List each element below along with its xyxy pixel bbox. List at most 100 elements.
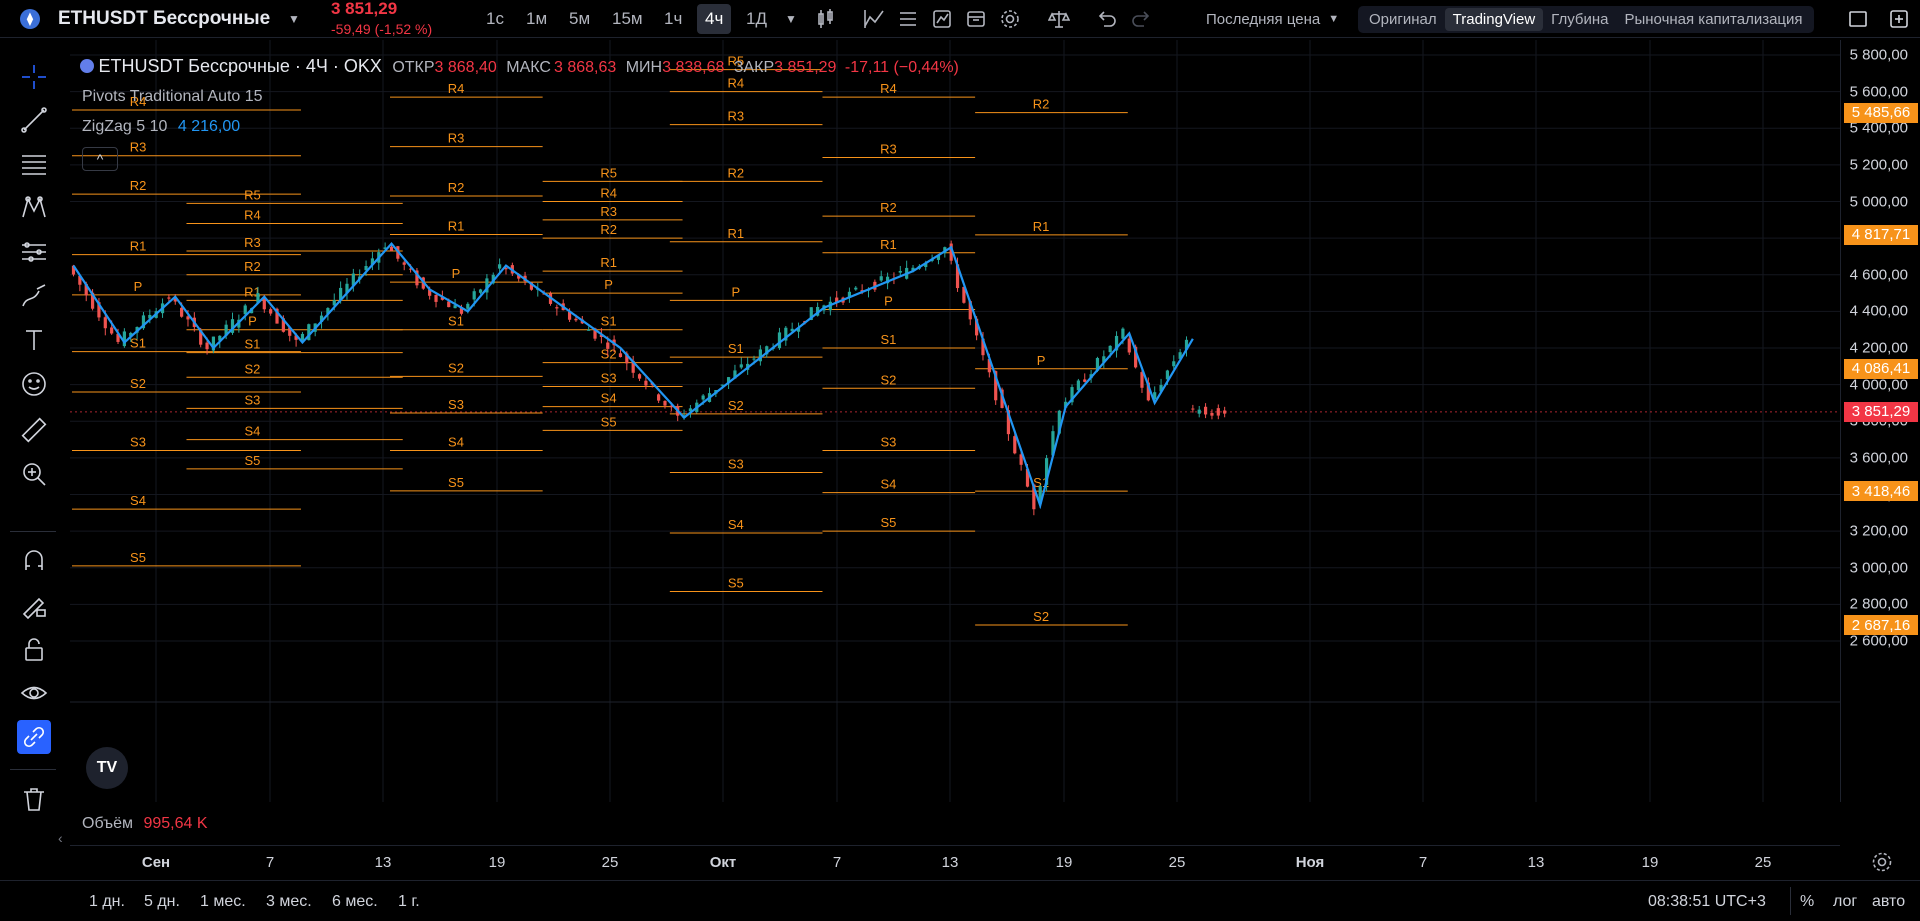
- time-tick: 13: [1527, 854, 1545, 871]
- scales-icon[interactable]: [1044, 4, 1074, 34]
- price-type-select[interactable]: Последняя цена ▼: [1206, 0, 1339, 38]
- pivot-label: S4: [728, 517, 744, 532]
- tab-tradingview[interactable]: TradingView: [1444, 8, 1544, 31]
- replay-icon[interactable]: [961, 4, 991, 34]
- candle-body: [1140, 372, 1144, 388]
- pivot-label: P: [604, 277, 613, 292]
- indicator-zigzag[interactable]: ZigZag 5 10: [82, 118, 167, 135]
- volume-legend: Объём 995,64 K: [82, 815, 208, 833]
- tab-original[interactable]: Оригинал: [1361, 8, 1445, 31]
- pivot-label: S2: [1033, 609, 1049, 624]
- price-tick: 3 600,00: [1849, 449, 1908, 467]
- tab-depth[interactable]: Глубина: [1543, 8, 1616, 31]
- candle-body: [498, 264, 502, 269]
- pattern-icon[interactable]: [17, 191, 51, 225]
- pivot-label: P: [1037, 353, 1046, 368]
- range-6m[interactable]: 6 мес.: [332, 893, 378, 911]
- unlock-icon[interactable]: [17, 632, 51, 666]
- tab-market-cap[interactable]: Рыночная капитализация: [1616, 8, 1810, 31]
- pivot-label: S3: [728, 457, 744, 472]
- log-toggle[interactable]: лог: [1833, 893, 1857, 911]
- alert-icon[interactable]: [927, 4, 957, 34]
- pivot-label: R4: [880, 81, 897, 96]
- interval-1h[interactable]: 1ч: [656, 4, 690, 34]
- time-tick: Ноя: [1295, 854, 1325, 871]
- interval-1m[interactable]: 1м: [518, 4, 555, 34]
- open-label: ОТКР: [392, 59, 435, 76]
- interval-5m[interactable]: 5м: [561, 4, 598, 34]
- trend-line-icon[interactable]: [17, 103, 51, 137]
- range-5d[interactable]: 5 дн.: [144, 893, 180, 911]
- tradingview-logo[interactable]: TV: [86, 747, 128, 789]
- zoom-in-icon[interactable]: [17, 457, 51, 491]
- candle-body: [466, 303, 470, 309]
- range-3m[interactable]: 3 мес.: [266, 893, 312, 911]
- price-scale[interactable]: 5 800,00 5 600,00 5 400,00 5 200,00 5 000,00…: [1840, 40, 1920, 802]
- time-scale[interactable]: Сен 7 13 19 25 Окт 7 13 19 25 Ноя 7 13 19 25: [70, 845, 1840, 879]
- range-1d[interactable]: 1 дн.: [89, 893, 125, 911]
- clock[interactable]: 08:38:51 UTC+3: [1648, 893, 1766, 911]
- camera-icon[interactable]: [1884, 4, 1914, 34]
- candles-icon[interactable]: [811, 4, 841, 34]
- link-icon[interactable]: [17, 720, 51, 754]
- fullscreen-icon[interactable]: [1843, 4, 1873, 34]
- compare-icon[interactable]: [893, 4, 923, 34]
- emoji-icon[interactable]: [17, 367, 51, 401]
- chevron-down-icon[interactable]: ▼: [288, 0, 300, 38]
- eye-icon[interactable]: [17, 676, 51, 710]
- candle-body: [739, 364, 743, 368]
- text-icon[interactable]: [17, 323, 51, 357]
- forecast-icon[interactable]: [17, 235, 51, 269]
- pivot-label: S3: [130, 435, 146, 450]
- ruler-icon[interactable]: [17, 413, 51, 447]
- trash-icon[interactable]: [17, 782, 51, 816]
- interval-15m[interactable]: 15м: [604, 4, 651, 34]
- candle-body: [1216, 408, 1220, 416]
- undo-icon[interactable]: [1092, 4, 1122, 34]
- candle-body: [879, 276, 883, 281]
- redo-icon[interactable]: [1126, 4, 1156, 34]
- pivot-label: S2: [130, 376, 146, 391]
- candle-body: [1076, 380, 1080, 391]
- range-1y[interactable]: 1 г.: [398, 893, 420, 911]
- interval-more-icon[interactable]: ▼: [776, 4, 806, 34]
- pivot-label: S2: [728, 398, 744, 413]
- candle-body: [1172, 361, 1176, 367]
- pivot-label: S3: [245, 392, 261, 407]
- indicator-pivots[interactable]: Pivots Traditional Auto 15: [82, 88, 263, 106]
- time-tick: 19: [1055, 854, 1073, 871]
- candle-body: [898, 270, 902, 273]
- interval-1d[interactable]: 1Д: [738, 4, 775, 34]
- drawing-toolbar: ‹: [0, 40, 66, 846]
- legend-collapse-button[interactable]: ^: [82, 147, 118, 171]
- pivot-label: S1: [448, 314, 464, 329]
- pivot-label: P: [134, 279, 143, 294]
- symbol-name[interactable]: ETHUSDT Бессрочные: [58, 0, 270, 38]
- settings-icon[interactable]: [1870, 850, 1894, 874]
- lock-drawing-icon[interactable]: [17, 588, 51, 622]
- open-value: 3 868,40: [434, 59, 497, 76]
- time-tick: 25: [601, 854, 619, 871]
- interval-4h[interactable]: 4ч: [697, 4, 732, 34]
- range-1m[interactable]: 1 мес.: [200, 893, 246, 911]
- price-label: 4 817,71: [1844, 224, 1918, 245]
- fib-lines-icon[interactable]: [17, 147, 51, 181]
- crosshair-icon[interactable]: [17, 60, 51, 94]
- indicators-icon[interactable]: [859, 4, 889, 34]
- candle-body: [402, 262, 406, 265]
- candle-body: [1223, 410, 1227, 414]
- candle-body: [110, 327, 114, 334]
- pivot-label: R1: [600, 255, 617, 270]
- percent-toggle[interactable]: %: [1800, 893, 1814, 911]
- eth-icon: [80, 59, 94, 73]
- collapse-toolbar-icon[interactable]: ‹: [58, 830, 63, 846]
- pivot-label: P: [452, 266, 461, 281]
- brush-icon[interactable]: [17, 279, 51, 313]
- settings-icon[interactable]: [995, 4, 1025, 34]
- price-chart[interactable]: R5 R4 R3 R2 R1 P S1 S2 S3 S4 S5 R5 R4 R3 R2 R1 P S1 S2 S3 S4…: [70, 40, 1840, 802]
- legend-title[interactable]: ETHUSDT Бессрочные · 4Ч · OKX: [98, 56, 381, 76]
- interval-1s[interactable]: 1с: [478, 4, 512, 34]
- auto-toggle[interactable]: авто: [1872, 893, 1905, 911]
- magnet-icon[interactable]: [17, 544, 51, 578]
- price-label: 3 851,29: [1844, 401, 1918, 422]
